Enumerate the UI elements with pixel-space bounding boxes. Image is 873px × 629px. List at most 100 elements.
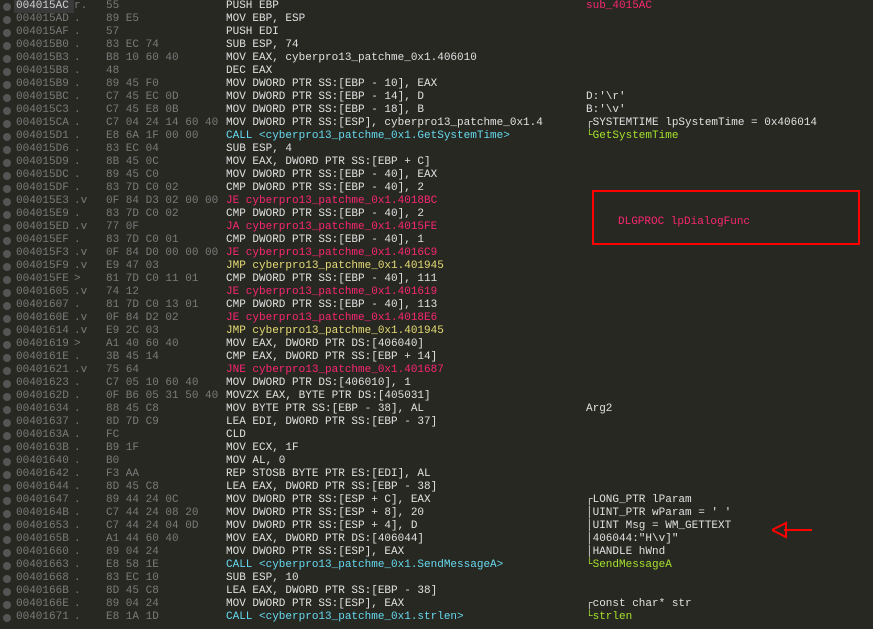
breakpoint-gutter[interactable] [0, 445, 14, 453]
disasm-row[interactable]: 004015ACr.55PUSH EBPsub_4015AC [0, 0, 873, 13]
breakpoint-gutter[interactable] [0, 341, 14, 349]
disasm-row[interactable]: 004015CA.C7 04 24 14 60 40MOV DWORD PTR … [0, 117, 873, 130]
breakpoint-gutter[interactable] [0, 302, 14, 310]
disasm-row[interactable]: 0040162D.0F B6 05 31 50 40MOVZX EAX, BYT… [0, 390, 873, 403]
breakpoint-gutter[interactable] [0, 263, 14, 271]
disasm-row[interactable]: 00401671.E8 1A 1DCALL <cyberpro13_patchm… [0, 611, 873, 624]
disasm-row[interactable]: 004015B9.89 45 F0MOV DWORD PTR SS:[EBP -… [0, 78, 873, 91]
disasm-row[interactable]: 0040161E.3B 45 14CMP EAX, DWORD PTR SS:[… [0, 351, 873, 364]
disasm-row[interactable]: 00401653.C7 44 24 04 0DMOV DWORD PTR SS:… [0, 520, 873, 533]
disasm-row[interactable]: 004015D9.8B 45 0CMOV EAX, DWORD PTR SS:[… [0, 156, 873, 169]
hex-bytes: 74 12 [106, 286, 226, 299]
disasm-row[interactable]: 004015F3.v0F 84 D0 00 00 00JE cyberpro13… [0, 247, 873, 260]
disasm-row[interactable]: 00401621.v75 64JNE cyberpro13_patchme_0x… [0, 364, 873, 377]
disasm-row[interactable]: 0040166E.89 04 24MOV DWORD PTR SS:[ESP],… [0, 598, 873, 611]
flow-marker: . [74, 572, 106, 585]
breakpoint-gutter[interactable] [0, 523, 14, 531]
breakpoint-gutter[interactable] [0, 237, 14, 245]
disasm-row[interactable]: 004015D6.83 EC 04SUB ESP, 4 [0, 143, 873, 156]
disasm-row[interactable]: 00401607.81 7D C0 13 01CMP DWORD PTR SS:… [0, 299, 873, 312]
breakpoint-gutter[interactable] [0, 484, 14, 492]
breakpoint-gutter[interactable] [0, 16, 14, 24]
breakpoint-icon [3, 224, 11, 232]
disasm-row[interactable]: 00401619>A1 40 60 40MOV EAX, DWORD PTR D… [0, 338, 873, 351]
disasm-row[interactable]: 004015BC.C7 45 EC 0DMOV DWORD PTR SS:[EB… [0, 91, 873, 104]
disasm-row[interactable]: 00401644.8D 45 C8LEA EAX, DWORD PTR SS:[… [0, 481, 873, 494]
disasm-row[interactable]: 0040166B.8D 45 C8LEA EAX, DWORD PTR SS:[… [0, 585, 873, 598]
disasm-row[interactable]: 00401642.F3 AAREP STOSB BYTE PTR ES:[EDI… [0, 468, 873, 481]
breakpoint-gutter[interactable] [0, 419, 14, 427]
instruction: CMP EAX, DWORD PTR SS:[EBP + 14] [226, 351, 586, 364]
breakpoint-gutter[interactable] [0, 289, 14, 297]
breakpoint-gutter[interactable] [0, 172, 14, 180]
breakpoint-gutter[interactable] [0, 81, 14, 89]
disasm-row[interactable]: 004015B8.48DEC EAX [0, 65, 873, 78]
breakpoint-gutter[interactable] [0, 328, 14, 336]
breakpoint-gutter[interactable] [0, 133, 14, 141]
disasm-row[interactable]: 0040165B.A1 44 60 40MOV EAX, DWORD PTR D… [0, 533, 873, 546]
disasm-row[interactable]: 00401660.89 04 24MOV DWORD PTR SS:[ESP],… [0, 546, 873, 559]
breakpoint-gutter[interactable] [0, 120, 14, 128]
disasm-row[interactable]: 00401668.83 EC 10SUB ESP, 10 [0, 572, 873, 585]
breakpoint-gutter[interactable] [0, 42, 14, 50]
breakpoint-gutter[interactable] [0, 367, 14, 375]
breakpoint-gutter[interactable] [0, 55, 14, 63]
disasm-row[interactable]: 004015D1.E8 6A 1F 00 00CALL <cyberpro13_… [0, 130, 873, 143]
disasm-row[interactable]: 004015B3.B8 10 60 40MOV EAX, cyberpro13_… [0, 52, 873, 65]
disasm-row[interactable]: 004015B0.83 EC 74SUB ESP, 74 [0, 39, 873, 52]
disasm-row[interactable]: 00401640.B0MOV AL, 0 [0, 455, 873, 468]
breakpoint-gutter[interactable] [0, 276, 14, 284]
disasm-row[interactable]: 004015AF.57PUSH EDI [0, 26, 873, 39]
breakpoint-gutter[interactable] [0, 250, 14, 258]
breakpoint-gutter[interactable] [0, 497, 14, 505]
disasm-row[interactable]: 00401637.8D 7D C9LEA EDI, DWORD PTR SS:[… [0, 416, 873, 429]
disasm-row[interactable]: 00401614.vE9 2C 03JMP cyberpro13_patchme… [0, 325, 873, 338]
breakpoint-gutter[interactable] [0, 3, 14, 11]
breakpoint-gutter[interactable] [0, 380, 14, 388]
breakpoint-gutter[interactable] [0, 562, 14, 570]
disasm-row[interactable]: 00401647.89 44 24 0CMOV DWORD PTR SS:[ES… [0, 494, 873, 507]
breakpoint-gutter[interactable] [0, 198, 14, 206]
breakpoint-gutter[interactable] [0, 146, 14, 154]
breakpoint-gutter[interactable] [0, 588, 14, 596]
disasm-row[interactable]: 0040163A.FCCLD [0, 429, 873, 442]
breakpoint-gutter[interactable] [0, 536, 14, 544]
disassembly-listing[interactable]: 004015ACr.55PUSH EBPsub_4015AC004015AD.8… [0, 0, 873, 624]
breakpoint-gutter[interactable] [0, 601, 14, 609]
breakpoint-gutter[interactable] [0, 575, 14, 583]
disasm-row[interactable]: 00401663.E8 58 1ECALL <cyberpro13_patchm… [0, 559, 873, 572]
instruction: JNE cyberpro13_patchme_0x1.401687 [226, 364, 586, 377]
address: 00401637 [14, 416, 74, 429]
breakpoint-gutter[interactable] [0, 614, 14, 622]
disasm-row[interactable]: 004015F9.vE9 47 03JMP cyberpro13_patchme… [0, 260, 873, 273]
disasm-row[interactable]: 00401634.88 45 C8MOV BYTE PTR SS:[EBP - … [0, 403, 873, 416]
disasm-row[interactable]: 004015FE>81 7D C0 11 01CMP DWORD PTR SS:… [0, 273, 873, 286]
breakpoint-gutter[interactable] [0, 432, 14, 440]
disasm-row[interactable]: 004015AD.89 E5MOV EBP, ESP [0, 13, 873, 26]
disasm-row[interactable]: 00401605.v74 12JE cyberpro13_patchme_0x1… [0, 286, 873, 299]
breakpoint-gutter[interactable] [0, 393, 14, 401]
breakpoint-gutter[interactable] [0, 185, 14, 193]
breakpoint-gutter[interactable] [0, 510, 14, 518]
disasm-row[interactable]: 00401623.C7 05 10 60 40MOV DWORD PTR DS:… [0, 377, 873, 390]
breakpoint-gutter[interactable] [0, 315, 14, 323]
hex-bytes: E8 58 1E [106, 559, 226, 572]
breakpoint-gutter[interactable] [0, 94, 14, 102]
breakpoint-gutter[interactable] [0, 354, 14, 362]
breakpoint-gutter[interactable] [0, 29, 14, 37]
breakpoint-gutter[interactable] [0, 107, 14, 115]
breakpoint-gutter[interactable] [0, 211, 14, 219]
disasm-row[interactable]: 0040160E.v0F 84 D2 02JE cyberpro13_patch… [0, 312, 873, 325]
disasm-row[interactable]: 0040164B.C7 44 24 08 20MOV DWORD PTR SS:… [0, 507, 873, 520]
disasm-row[interactable]: 0040163B.B9 1FMOV ECX, 1F [0, 442, 873, 455]
breakpoint-gutter[interactable] [0, 224, 14, 232]
breakpoint-gutter[interactable] [0, 549, 14, 557]
breakpoint-gutter[interactable] [0, 471, 14, 479]
breakpoint-gutter[interactable] [0, 68, 14, 76]
disasm-row[interactable]: 004015C3.C7 45 E8 0BMOV DWORD PTR SS:[EB… [0, 104, 873, 117]
breakpoint-gutter[interactable] [0, 159, 14, 167]
disasm-row[interactable]: 004015DC.89 45 C0MOV DWORD PTR SS:[EBP -… [0, 169, 873, 182]
breakpoint-gutter[interactable] [0, 458, 14, 466]
breakpoint-gutter[interactable] [0, 406, 14, 414]
hex-bytes: C7 05 10 60 40 [106, 377, 226, 390]
